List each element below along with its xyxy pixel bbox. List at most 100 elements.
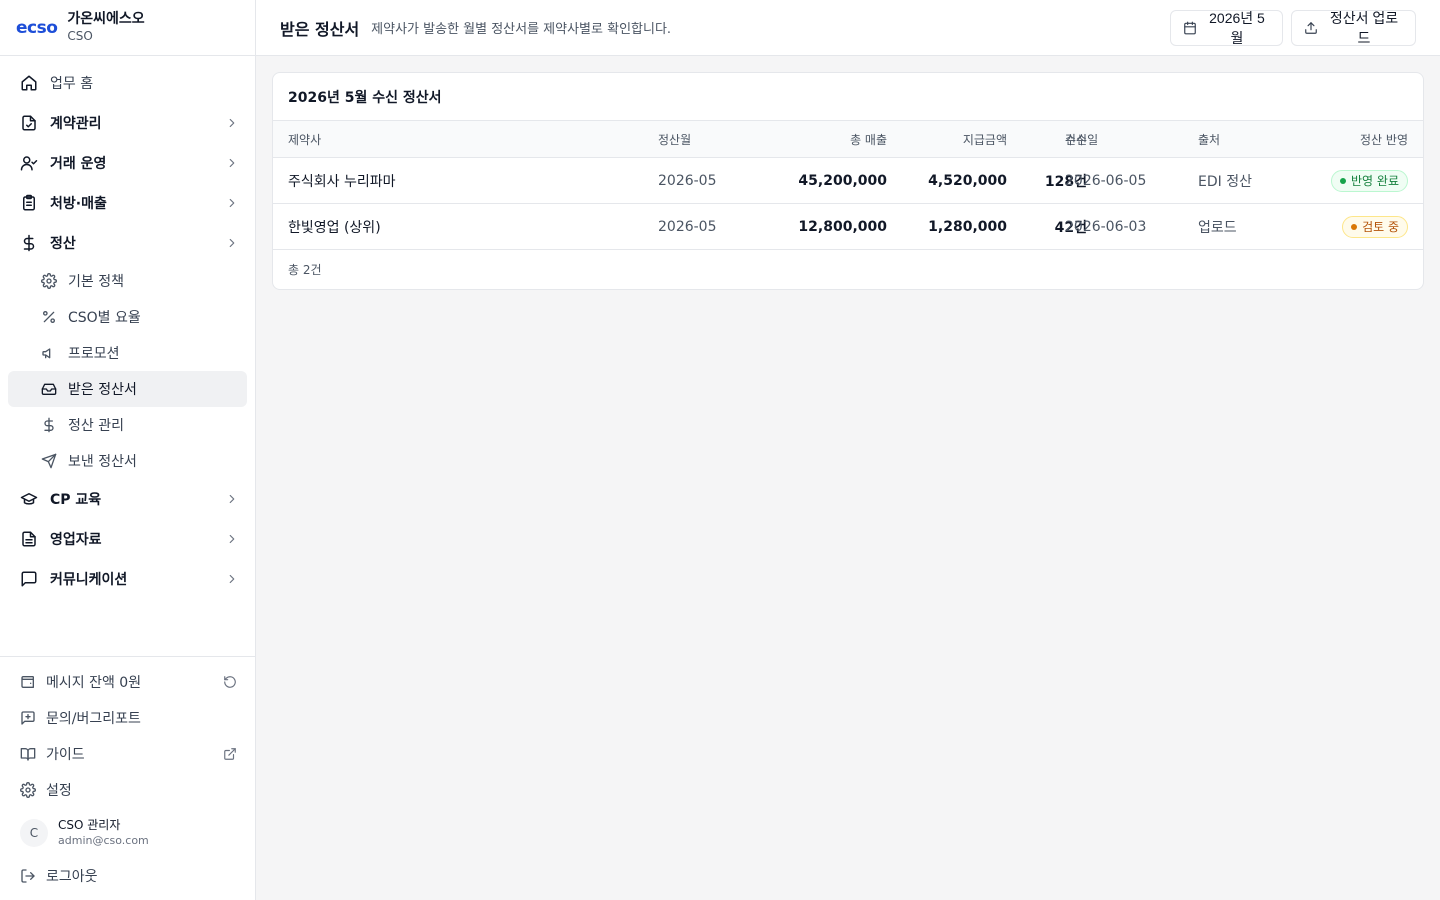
- cell-month: 2026-05: [658, 172, 717, 189]
- month-picker-button[interactable]: 2026년 5월: [1170, 10, 1283, 46]
- sidebar-item-communication[interactable]: 커뮤니케이션: [0, 559, 255, 599]
- status-badge: 반영 완료: [1331, 169, 1408, 192]
- refresh-icon[interactable]: [223, 675, 237, 689]
- table-header: 제약사 정산월 총 매출 지급금액 건수 수신일 출처 정산 반영: [273, 121, 1423, 158]
- external-link-icon: [223, 747, 237, 761]
- card-title: 2026년 5월 수신 정산서: [273, 73, 1423, 121]
- cell-company: 주식회사 누리파마: [288, 173, 396, 190]
- message-balance-label: 메시지 잔액 0원: [46, 675, 142, 691]
- brand-logo: ecso: [16, 17, 58, 38]
- column-header-month: 정산월: [658, 132, 692, 147]
- logout-icon: [20, 868, 36, 884]
- megaphone-icon: [41, 345, 57, 361]
- cell-status: 반영 완료: [1331, 158, 1408, 203]
- book-open-icon: [20, 746, 36, 762]
- message-square-icon: [20, 570, 38, 588]
- message-balance[interactable]: 메시지 잔액 0원: [0, 664, 255, 700]
- chevron-right-icon: [225, 196, 239, 210]
- cell-month: 2026-05: [658, 218, 717, 235]
- chevron-right-icon: [225, 572, 239, 586]
- graduation-cap-icon: [20, 490, 38, 508]
- cell-payment: 1,280,000: [928, 218, 1007, 235]
- column-header-company: 제약사: [288, 132, 322, 147]
- file-check-icon: [20, 114, 38, 132]
- cell-sales: 45,200,000: [798, 172, 887, 189]
- sidebar-subitem-sent-statements[interactable]: 보낸 정산서: [8, 443, 247, 479]
- sidebar-subitem-received-statements[interactable]: 받은 정산서: [8, 371, 247, 407]
- column-header-sales: 총 매출: [850, 132, 887, 147]
- upload-statement-label: 정산서 업로드: [1329, 10, 1399, 46]
- message-plus-icon: [20, 710, 36, 726]
- sidebar-subitem-label: 프로모션: [68, 346, 120, 362]
- guide-link[interactable]: 가이드: [0, 736, 255, 772]
- wallet-icon: [20, 674, 36, 690]
- inquiry-label: 문의/버그리포트: [46, 711, 141, 727]
- column-header-received-date: 수신일: [1065, 132, 1099, 147]
- sidebar-item-label: 계약관리: [50, 116, 102, 132]
- sidebar-subitem-label: 기본 정책: [68, 274, 124, 290]
- sidebar-item-label: 정산: [50, 236, 76, 252]
- sidebar: ecso 가온씨에스오 CSO 업무 홈 계약관리 거래 운영 처방·매출 정산: [0, 0, 256, 900]
- month-picker-label: 2026년 5월: [1209, 10, 1265, 46]
- gear-icon: [20, 782, 36, 798]
- page-description: 제약사가 발송한 월별 정산서를 제약사별로 확인합니다.: [371, 22, 672, 37]
- sidebar-item-sales-material[interactable]: 영업자료: [0, 519, 255, 559]
- clipboard-icon: [20, 194, 38, 212]
- percent-icon: [41, 309, 57, 325]
- sidebar-item-settlement[interactable]: 정산: [0, 223, 255, 263]
- sidebar-item-trade[interactable]: 거래 운영: [0, 143, 255, 183]
- sidebar-nav: 업무 홈 계약관리 거래 운영 처방·매출 정산 기본 정책 CSO별 요율 프…: [0, 63, 255, 599]
- brand[interactable]: ecso 가온씨에스오 CSO: [0, 0, 255, 56]
- page-title: 받은 정산서: [280, 19, 360, 39]
- sidebar-subitem-basic-policy[interactable]: 기본 정책: [8, 263, 247, 299]
- sidebar-subitem-label: 보낸 정산서: [68, 454, 137, 470]
- sidebar-item-label: 커뮤니케이션: [50, 572, 128, 588]
- user-name: CSO 관리자: [58, 818, 121, 833]
- brand-name: 가온씨에스오: [67, 11, 145, 28]
- brand-sub: CSO: [67, 29, 93, 44]
- cell-status: 검토 중: [1342, 204, 1408, 249]
- avatar: C: [20, 819, 48, 847]
- table-row[interactable]: 주식회사 누리파마 2026-05 45,200,000 4,520,000 1…: [273, 158, 1423, 204]
- sidebar-subitem-cso-rate[interactable]: CSO별 요율: [8, 299, 247, 335]
- dollar-icon: [41, 417, 57, 433]
- user-profile[interactable]: C CSO 관리자 admin@cso.com: [0, 808, 255, 858]
- gear-icon: [41, 273, 57, 289]
- upload-icon: [1304, 21, 1318, 35]
- upload-statement-button[interactable]: 정산서 업로드: [1291, 10, 1416, 46]
- status-badge-label: 반영 완료: [1351, 174, 1399, 188]
- sidebar-item-prescription-sales[interactable]: 처방·매출: [0, 183, 255, 223]
- cell-source: 업로드: [1198, 219, 1237, 236]
- cell-company: 한빛영업 (상위): [288, 219, 381, 236]
- sidebar-subitem-settlement-manage[interactable]: 정산 관리: [8, 407, 247, 443]
- inquiry-bug-report[interactable]: 문의/버그리포트: [0, 700, 255, 736]
- status-badge-label: 검토 중: [1362, 220, 1399, 234]
- sidebar-item-label: 처방·매출: [50, 196, 107, 212]
- column-header-status: 정산 반영: [1360, 132, 1408, 147]
- sidebar-item-label: 거래 운영: [50, 156, 107, 172]
- home-icon: [20, 74, 38, 92]
- sidebar-subitem-promotion[interactable]: 프로모션: [8, 335, 247, 371]
- table-row[interactable]: 한빛영업 (상위) 2026-05 12,800,000 1,280,000 4…: [273, 204, 1423, 250]
- chevron-right-icon: [225, 236, 239, 250]
- sidebar-subitem-label: CSO별 요율: [68, 310, 141, 326]
- sidebar-item-contract[interactable]: 계약관리: [0, 103, 255, 143]
- chevron-right-icon: [225, 532, 239, 546]
- document-icon: [20, 530, 38, 548]
- logout-button[interactable]: 로그아웃: [0, 858, 255, 894]
- sidebar-subitem-label: 받은 정산서: [68, 382, 137, 398]
- received-statements-card: 2026년 5월 수신 정산서 제약사 정산월 총 매출 지급금액 건수 수신일…: [272, 72, 1424, 290]
- inbox-icon: [41, 381, 57, 397]
- guide-label: 가이드: [46, 747, 85, 763]
- status-dot: [1351, 223, 1358, 230]
- settings-link[interactable]: 설정: [0, 772, 255, 808]
- sidebar-item-cp-education[interactable]: CP 교육: [0, 479, 255, 519]
- settings-label: 설정: [46, 783, 72, 799]
- dollar-icon: [20, 234, 38, 252]
- sidebar-item-label: 업무 홈: [50, 76, 94, 92]
- sidebar-item-label: CP 교육: [50, 492, 102, 508]
- column-header-source: 출처: [1198, 132, 1221, 147]
- column-header-payment: 지급금액: [962, 132, 1007, 147]
- cell-received-date: 2026-06-03: [1065, 218, 1147, 235]
- sidebar-item-home[interactable]: 업무 홈: [0, 63, 255, 103]
